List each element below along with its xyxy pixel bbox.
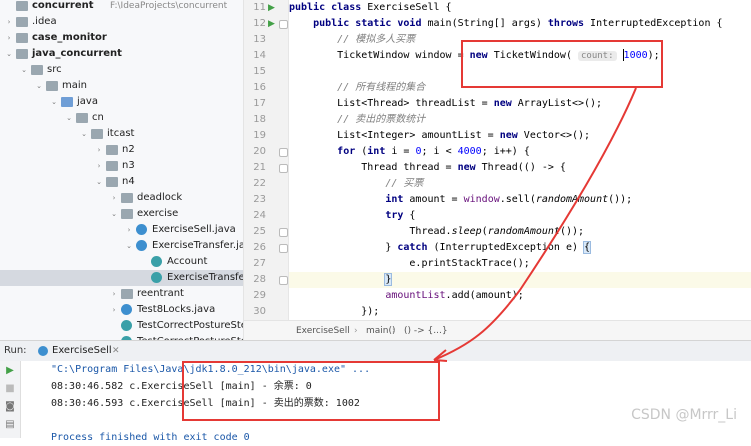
watermark: CSDN @Mrrr_Li [631, 407, 737, 423]
annotation-arrow [433, 87, 637, 362]
